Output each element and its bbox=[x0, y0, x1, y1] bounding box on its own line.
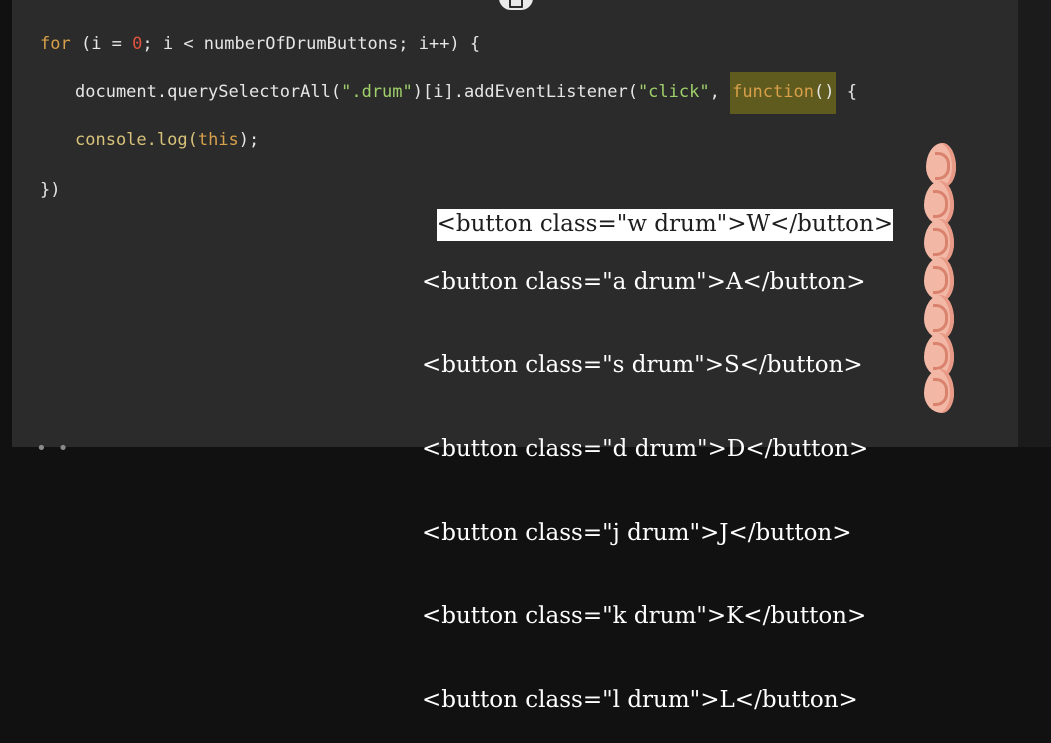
code-line-3: console.log(this); bbox=[75, 130, 259, 150]
string-literal: ".drum" bbox=[341, 82, 413, 102]
code-line-4: }) bbox=[40, 180, 60, 200]
console-output-row[interactable]: <button class="l drum">L</button> bbox=[422, 685, 927, 717]
code-text: console.log( bbox=[75, 130, 198, 150]
code-text: }) bbox=[40, 180, 61, 200]
console-output-popup: <button class="w drum">W</button> <butto… bbox=[422, 183, 927, 743]
console-output-row[interactable]: <button class="d drum">D</button> bbox=[422, 434, 927, 466]
window-icon-glyph bbox=[509, 0, 523, 8]
keyword-function: function bbox=[732, 82, 814, 102]
code-text: )[i].addEventListener( bbox=[412, 82, 638, 102]
code-text: { bbox=[836, 82, 857, 102]
console-output-row[interactable]: <button class="j drum">J</button> bbox=[422, 518, 927, 550]
code-line-1: for (i = 0; i < numberOfDrumButtons; i++… bbox=[40, 34, 480, 54]
keyword-for: for bbox=[40, 34, 71, 54]
highlighted-function: function() bbox=[730, 72, 837, 114]
code-text: , bbox=[709, 82, 731, 102]
code-line-2: document.querySelectorAll(".drum")[i].ad… bbox=[75, 72, 857, 114]
bottom-indicator: • • bbox=[36, 438, 69, 459]
code-block: for (i = 0; i < numberOfDrumButtons; i++… bbox=[0, 0, 857, 200]
number-literal: 0 bbox=[132, 34, 143, 54]
code-text: (i = bbox=[70, 34, 133, 54]
ear-icon-strip bbox=[920, 143, 958, 415]
keyword-this: this bbox=[197, 130, 239, 150]
code-text: ; i < numberOfDrumButtons; i++) { bbox=[142, 34, 481, 54]
console-output-row[interactable]: <button class="s drum">S</button> bbox=[422, 350, 927, 382]
console-output-row[interactable]: <button class="k drum">K</button> bbox=[422, 601, 927, 633]
ear-icon bbox=[924, 369, 954, 413]
code-text: () bbox=[813, 82, 835, 102]
right-gutter bbox=[1018, 0, 1051, 447]
code-text: document.querySelectorAll( bbox=[75, 82, 342, 102]
console-output-row[interactable]: <button class="a drum">A</button> bbox=[422, 267, 927, 299]
code-text: ); bbox=[238, 130, 260, 150]
console-output-row[interactable]: <button class="w drum">W</button> bbox=[436, 209, 894, 241]
string-literal: "click" bbox=[637, 82, 710, 102]
